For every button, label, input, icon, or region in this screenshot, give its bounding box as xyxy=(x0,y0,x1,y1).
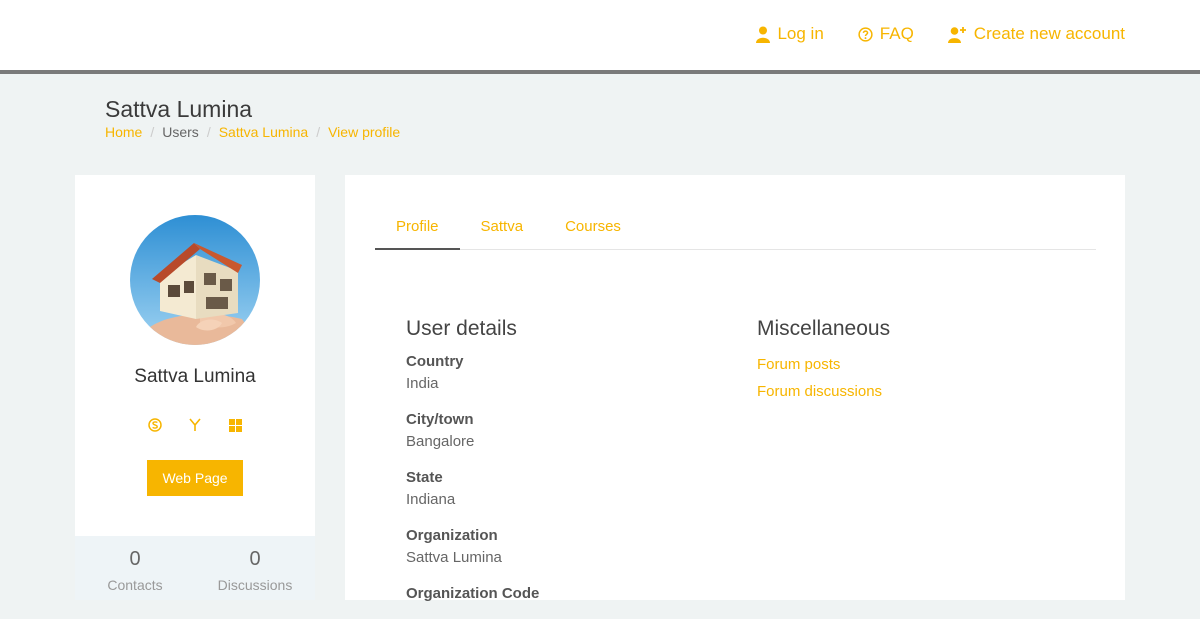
field-organization-code: Organization Code xyxy=(406,583,539,605)
breadcrumb-separator: / xyxy=(316,124,321,140)
skype-icon[interactable] xyxy=(147,417,163,433)
breadcrumb-view-profile[interactable]: View profile xyxy=(328,124,400,140)
stat-value: 0 xyxy=(249,548,261,570)
breadcrumb-separator: / xyxy=(150,124,155,140)
avatar xyxy=(130,215,260,345)
stat-label: Discussions xyxy=(217,577,293,593)
page-title: Sattva Lumina xyxy=(105,96,253,122)
profile-card: Sattva Lumina Web Page 0 Contacts 0 Disc… xyxy=(75,175,315,600)
breadcrumb-users: Users xyxy=(162,124,199,140)
user-plus-icon xyxy=(947,26,966,43)
tab-sattva[interactable]: Sattva xyxy=(460,205,545,249)
forum-discussions-link[interactable]: Forum discussions xyxy=(757,378,890,405)
field-city: City/town Bangalore xyxy=(406,409,539,453)
breadcrumb-home[interactable]: Home xyxy=(105,124,142,140)
miscellaneous-section: Miscellaneous Forum posts Forum discussi… xyxy=(757,317,890,405)
forum-posts-link[interactable]: Forum posts xyxy=(757,351,890,378)
field-value: Indiana xyxy=(406,491,456,508)
user-details-heading: User details xyxy=(406,317,517,340)
stat-value: 0 xyxy=(129,548,141,570)
profile-tabs: Profile Sattva Courses xyxy=(375,205,1096,250)
social-links xyxy=(75,417,315,433)
main-card: Profile Sattva Courses User details Coun… xyxy=(345,175,1125,602)
breadcrumb: Home / Users / Sattva Lumina / View prof… xyxy=(105,124,400,140)
field-label: State xyxy=(406,469,443,486)
top-navbar: Log in FAQ Create new account xyxy=(0,0,1200,74)
field-value: Bangalore xyxy=(406,433,475,450)
breadcrumb-separator: / xyxy=(206,124,211,140)
field-country: Country India xyxy=(406,351,539,395)
login-label: Log in xyxy=(777,24,824,43)
tab-profile[interactable]: Profile xyxy=(375,205,460,250)
field-label: Country xyxy=(406,353,464,370)
stat-label: Contacts xyxy=(107,577,163,593)
stat-contacts[interactable]: 0 Contacts xyxy=(75,536,195,600)
stat-discussions[interactable]: 0 Discussions xyxy=(195,536,315,600)
user-details-section: User details Country India City/town Ban… xyxy=(406,317,539,619)
yahoo-icon[interactable] xyxy=(187,417,203,433)
field-label: City/town xyxy=(406,411,474,428)
field-value: Sattva Lumina xyxy=(406,549,502,566)
create-account-label: Create new account xyxy=(973,24,1125,43)
top-nav: Log in FAQ Create new account xyxy=(756,22,1125,46)
faq-link[interactable]: FAQ xyxy=(858,22,914,46)
field-value: India xyxy=(406,375,439,392)
user-icon xyxy=(756,26,771,43)
question-circle-icon xyxy=(858,26,873,42)
login-link[interactable]: Log in xyxy=(756,22,824,46)
field-label: Organization Code xyxy=(406,585,540,602)
profile-stats: 0 Contacts 0 Discussions xyxy=(75,536,315,600)
field-label: Organization xyxy=(406,527,498,544)
profile-name: Sattva Lumina xyxy=(134,366,256,387)
miscellaneous-heading: Miscellaneous xyxy=(757,317,891,340)
tab-courses[interactable]: Courses xyxy=(544,205,642,249)
faq-label: FAQ xyxy=(879,24,914,43)
field-organization: Organization Sattva Lumina xyxy=(406,525,539,569)
create-account-link[interactable]: Create new account xyxy=(947,22,1125,46)
windows-icon[interactable] xyxy=(227,417,243,433)
breadcrumb-user[interactable]: Sattva Lumina xyxy=(219,124,309,140)
field-state: State Indiana xyxy=(406,467,539,511)
web-page-button[interactable]: Web Page xyxy=(147,460,243,496)
